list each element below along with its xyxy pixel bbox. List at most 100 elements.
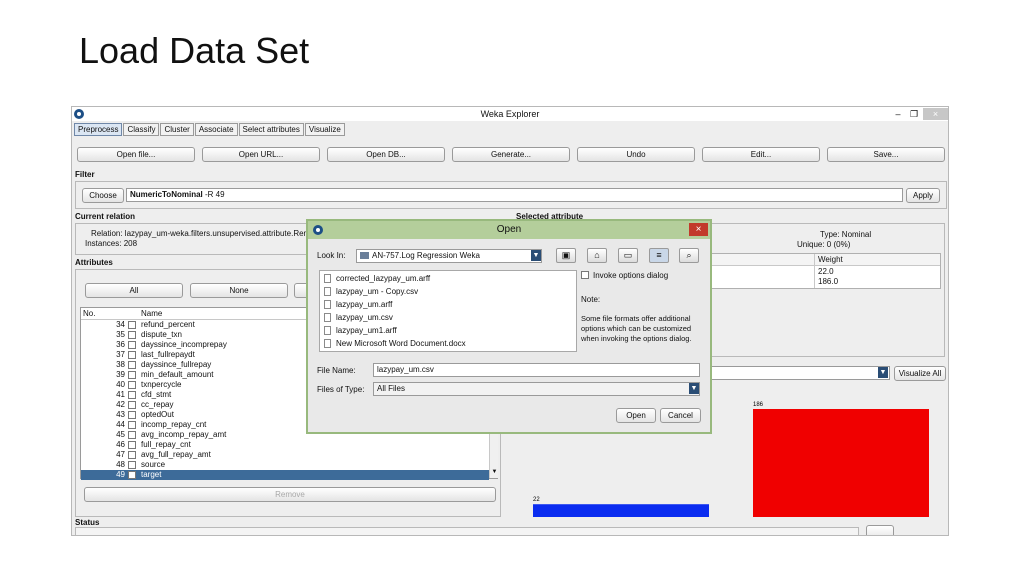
row-checkbox[interactable] bbox=[128, 321, 136, 329]
cancel-button[interactable]: Cancel bbox=[660, 408, 701, 423]
save-button[interactable]: Save... bbox=[827, 147, 945, 162]
row-name: avg_full_repay_amt bbox=[141, 450, 211, 459]
select-all-button[interactable]: All bbox=[85, 283, 183, 298]
attribute-type-text: Type: Nominal bbox=[820, 230, 872, 239]
note-text: Some file formats offer additional optio… bbox=[581, 314, 692, 343]
table-row[interactable]: 46 full_repay_cnt bbox=[81, 440, 489, 450]
undo-button[interactable]: Undo bbox=[577, 147, 695, 162]
invoke-options-label: Invoke options dialog bbox=[593, 271, 669, 280]
apply-button[interactable]: Apply bbox=[906, 188, 940, 203]
row-checkbox[interactable] bbox=[128, 401, 136, 409]
list-item[interactable]: corrected_lazypay_um.arff bbox=[324, 273, 430, 284]
file-name: New Microsoft Word Document.docx bbox=[336, 339, 466, 348]
edit-button[interactable]: Edit... bbox=[702, 147, 820, 162]
open-file-button[interactable]: Open file... bbox=[77, 147, 195, 162]
row-number: 43 bbox=[116, 410, 125, 419]
tab-select-attributes[interactable]: Select attributes bbox=[238, 123, 304, 136]
log-button[interactable] bbox=[866, 525, 894, 535]
row-checkbox[interactable] bbox=[128, 451, 136, 459]
column-header-name: Name bbox=[141, 309, 163, 318]
row-checkbox[interactable] bbox=[128, 471, 136, 479]
row-checkbox[interactable] bbox=[128, 361, 136, 369]
window-title: Weka Explorer bbox=[480, 109, 540, 119]
relation-text: Relation: lazypay_um-weka.filters.unsupe… bbox=[91, 229, 308, 238]
chart-bar bbox=[533, 504, 709, 517]
weight-value: 22.0 bbox=[818, 267, 834, 276]
close-icon[interactable]: × bbox=[689, 223, 708, 236]
row-number: 44 bbox=[116, 420, 125, 429]
row-number: 46 bbox=[116, 440, 125, 449]
attributes-section-label: Attributes bbox=[75, 258, 113, 267]
row-checkbox[interactable] bbox=[128, 351, 136, 359]
filter-field[interactable]: NumericToNominal -R 49 bbox=[126, 188, 903, 202]
scroll-down-icon[interactable]: ▼ bbox=[491, 468, 498, 476]
visualize-all-button[interactable]: Visualize All bbox=[894, 366, 946, 381]
files-of-type-dropdown[interactable]: All Files bbox=[373, 382, 700, 396]
table-row-selected[interactable]: 49 target bbox=[81, 470, 489, 480]
row-name: incomp_repay_cnt bbox=[141, 420, 207, 429]
row-checkbox[interactable] bbox=[128, 331, 136, 339]
row-name: optedOut bbox=[141, 410, 174, 419]
list-item[interactable]: lazypay_um.csv bbox=[324, 312, 393, 323]
table-row[interactable]: 48 source bbox=[81, 460, 489, 470]
tab-visualize[interactable]: Visualize bbox=[304, 123, 345, 136]
open-button[interactable]: Open bbox=[616, 408, 656, 423]
list-item[interactable]: lazypay_um1.arff bbox=[324, 325, 397, 336]
chevron-down-icon[interactable]: ▼ bbox=[531, 250, 541, 261]
table-row[interactable]: 47 avg_full_repay_amt bbox=[81, 450, 489, 460]
home-icon[interactable]: ⌂ bbox=[587, 248, 607, 263]
row-name: refund_percent bbox=[141, 320, 195, 329]
current-relation-label: Current relation bbox=[75, 212, 136, 221]
up-folder-icon[interactable]: ▣ bbox=[556, 248, 576, 263]
file-name: lazypay_um.csv bbox=[336, 313, 393, 322]
row-name: full_repay_cnt bbox=[141, 440, 191, 449]
row-number: 40 bbox=[116, 380, 125, 389]
row-name: dayssince_incomprepay bbox=[141, 340, 227, 349]
list-item[interactable]: New Microsoft Word Document.docx bbox=[324, 338, 466, 349]
file-icon bbox=[324, 326, 331, 335]
look-in-dropdown[interactable]: AN-757.Log Regression Weka bbox=[356, 249, 542, 263]
new-folder-icon[interactable]: ▭ bbox=[618, 248, 638, 263]
minimize-icon[interactable]: – bbox=[890, 108, 906, 120]
file-name-input[interactable]: lazypay_um.csv bbox=[373, 363, 700, 377]
list-view-icon[interactable]: ≡ bbox=[649, 248, 669, 263]
column-divider bbox=[814, 254, 815, 288]
file-name: lazypay_um1.arff bbox=[336, 326, 397, 335]
file-icon bbox=[324, 287, 331, 296]
row-number: 42 bbox=[116, 400, 125, 409]
invoke-options-checkbox[interactable] bbox=[581, 271, 589, 279]
row-checkbox[interactable] bbox=[128, 461, 136, 469]
row-name: cfd_stmt bbox=[141, 390, 172, 399]
choose-filter-button[interactable]: Choose bbox=[82, 188, 124, 203]
tab-classify[interactable]: Classify bbox=[123, 123, 160, 136]
row-number: 41 bbox=[116, 390, 125, 399]
chevron-down-icon[interactable]: ▼ bbox=[689, 383, 699, 394]
file-icon bbox=[324, 313, 331, 322]
chevron-down-icon[interactable]: ▼ bbox=[878, 367, 888, 378]
row-checkbox[interactable] bbox=[128, 391, 136, 399]
row-checkbox[interactable] bbox=[128, 341, 136, 349]
open-db-button[interactable]: Open DB... bbox=[327, 147, 445, 162]
generate-button[interactable]: Generate... bbox=[452, 147, 570, 162]
row-checkbox[interactable] bbox=[128, 381, 136, 389]
restore-icon[interactable]: ❐ bbox=[906, 108, 922, 120]
window-titlebar: Weka Explorer – ❐ × bbox=[72, 107, 948, 121]
tab-preprocess[interactable]: Preprocess bbox=[74, 123, 123, 136]
list-item[interactable]: lazypay_um - Copy.csv bbox=[324, 286, 418, 297]
row-checkbox[interactable] bbox=[128, 371, 136, 379]
row-checkbox[interactable] bbox=[128, 421, 136, 429]
details-view-icon[interactable]: ⌕ bbox=[679, 248, 699, 263]
remove-button[interactable]: Remove bbox=[84, 487, 496, 502]
tab-cluster[interactable]: Cluster bbox=[160, 123, 194, 136]
tab-associate[interactable]: Associate bbox=[194, 123, 238, 136]
list-item[interactable]: lazypay_um.arff bbox=[324, 299, 392, 310]
open-url-button[interactable]: Open URL... bbox=[202, 147, 320, 162]
row-checkbox[interactable] bbox=[128, 431, 136, 439]
row-checkbox[interactable] bbox=[128, 441, 136, 449]
select-none-button[interactable]: None bbox=[190, 283, 288, 298]
row-number: 47 bbox=[116, 450, 125, 459]
file-icon bbox=[324, 300, 331, 309]
row-checkbox[interactable] bbox=[128, 411, 136, 419]
close-icon[interactable]: × bbox=[923, 108, 948, 120]
row-number: 35 bbox=[116, 330, 125, 339]
